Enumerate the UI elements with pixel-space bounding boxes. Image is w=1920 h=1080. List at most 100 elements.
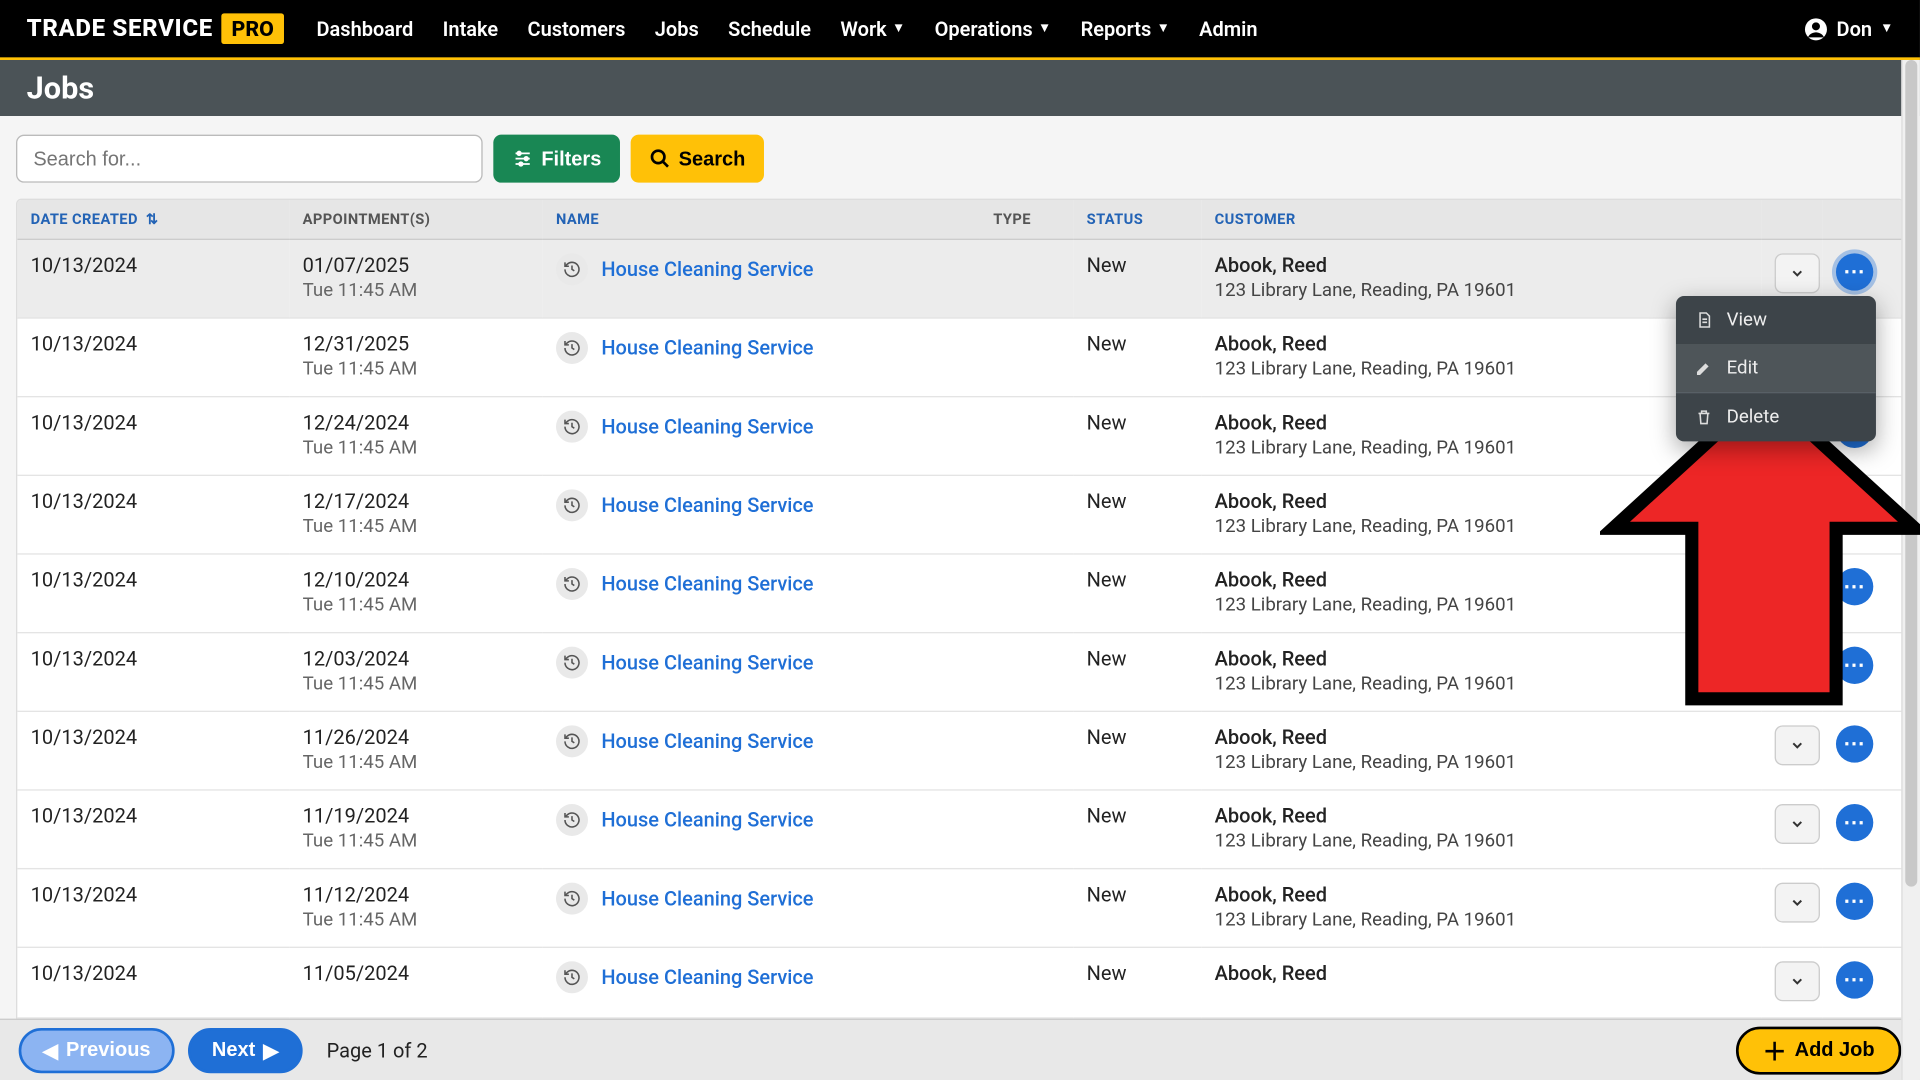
nav-customers[interactable]: Customers xyxy=(528,17,626,41)
top-nav: TRADE SERVICE PRO DashboardIntakeCustome… xyxy=(0,0,1920,60)
job-link[interactable]: House Cleaning Service xyxy=(601,808,813,832)
table-row: 10/13/202411/26/2024Tue 11:45 AMHouse Cl… xyxy=(17,711,1904,790)
cell-status: New xyxy=(1073,475,1201,554)
col-customer[interactable]: CUSTOMER xyxy=(1201,200,1761,239)
cell-status: New xyxy=(1073,790,1201,869)
job-link[interactable]: House Cleaning Service xyxy=(601,572,813,596)
cell-status: New xyxy=(1073,869,1201,948)
cell-date: 10/13/2024 xyxy=(17,711,289,790)
menu-delete[interactable]: Delete xyxy=(1676,393,1876,441)
cell-actions: ⋯ xyxy=(1823,711,1904,790)
col-appointments[interactable]: APPOINTMENT(S) xyxy=(289,200,542,239)
cell-date: 10/13/2024 xyxy=(17,790,289,869)
cell-actions: ⋯ xyxy=(1823,790,1904,869)
cell-name: House Cleaning Service xyxy=(543,554,980,633)
search-input[interactable] xyxy=(16,135,483,183)
cell-expand xyxy=(1761,711,1822,790)
cell-appointment: 12/17/2024Tue 11:45 AM xyxy=(289,475,542,554)
row-actions-button[interactable]: ⋯ xyxy=(1836,804,1873,841)
cell-date: 10/13/2024 xyxy=(17,239,289,318)
history-icon[interactable] xyxy=(556,883,588,915)
menu-view[interactable]: View xyxy=(1676,296,1876,344)
menu-edit[interactable]: Edit xyxy=(1676,344,1876,392)
page-title: Jobs xyxy=(27,70,94,106)
job-link[interactable]: House Cleaning Service xyxy=(601,965,813,989)
col-status[interactable]: STATUS xyxy=(1073,200,1201,239)
col-type[interactable]: TYPE xyxy=(980,200,1073,239)
nav-admin[interactable]: Admin xyxy=(1199,17,1257,41)
cell-date: 10/13/2024 xyxy=(17,869,289,948)
cell-date: 10/13/2024 xyxy=(17,633,289,712)
add-job-button[interactable]: ＋ Add Job xyxy=(1736,1026,1901,1074)
ellipsis-icon: ⋯ xyxy=(1843,261,1866,282)
cell-date: 10/13/2024 xyxy=(17,318,289,397)
sliders-icon xyxy=(512,148,533,169)
cell-expand xyxy=(1761,947,1822,1018)
history-icon[interactable] xyxy=(556,725,588,757)
caret-down-icon: ▼ xyxy=(1157,21,1170,36)
pencil-icon xyxy=(1695,359,1714,378)
row-actions-button[interactable]: ⋯ xyxy=(1836,725,1873,762)
cell-appointment: 12/10/2024Tue 11:45 AM xyxy=(289,554,542,633)
col-date-created[interactable]: DATE CREATED⇅ xyxy=(17,200,289,239)
job-link[interactable]: House Cleaning Service xyxy=(601,257,813,281)
job-link[interactable]: House Cleaning Service xyxy=(601,336,813,360)
filters-button[interactable]: Filters xyxy=(493,135,620,183)
next-button[interactable]: Next ▶ xyxy=(188,1027,303,1072)
search-icon xyxy=(649,148,670,169)
expand-button[interactable] xyxy=(1775,804,1820,844)
expand-button[interactable] xyxy=(1775,883,1820,923)
cell-customer: Abook, Reed123 Library Lane, Reading, PA… xyxy=(1201,711,1761,790)
row-actions-button[interactable]: ⋯ xyxy=(1836,961,1873,998)
job-link[interactable]: House Cleaning Service xyxy=(601,493,813,517)
cell-status: New xyxy=(1073,947,1201,1018)
caret-down-icon: ▼ xyxy=(1038,21,1051,36)
cell-name: House Cleaning Service xyxy=(543,318,980,397)
history-icon[interactable] xyxy=(556,568,588,600)
trash-icon xyxy=(1695,408,1714,427)
cell-name: House Cleaning Service xyxy=(543,711,980,790)
cell-customer: Abook, Reed123 Library Lane, Reading, PA… xyxy=(1201,790,1761,869)
cell-name: House Cleaning Service xyxy=(543,790,980,869)
history-icon[interactable] xyxy=(556,253,588,285)
history-icon[interactable] xyxy=(556,411,588,443)
history-icon[interactable] xyxy=(556,804,588,836)
cell-type xyxy=(980,318,1073,397)
col-actions xyxy=(1823,200,1904,239)
nav-reports[interactable]: Reports▼ xyxy=(1081,17,1170,41)
toolbar: Filters Search xyxy=(0,116,1920,199)
user-menu[interactable]: Don ▼ xyxy=(1805,17,1894,41)
nav-jobs[interactable]: Jobs xyxy=(655,17,699,41)
row-actions-button[interactable]: ⋯ xyxy=(1836,253,1873,290)
history-icon[interactable] xyxy=(556,961,588,993)
cell-actions: ⋯ xyxy=(1823,869,1904,948)
job-link[interactable]: House Cleaning Service xyxy=(601,651,813,675)
nav-operations[interactable]: Operations▼ xyxy=(935,17,1052,41)
history-icon[interactable] xyxy=(556,332,588,364)
cell-appointment: 11/19/2024Tue 11:45 AM xyxy=(289,790,542,869)
expand-button[interactable] xyxy=(1775,725,1820,765)
job-link[interactable]: House Cleaning Service xyxy=(601,415,813,439)
cell-name: House Cleaning Service xyxy=(543,475,980,554)
expand-button[interactable] xyxy=(1775,961,1820,1001)
cell-status: New xyxy=(1073,239,1201,318)
row-actions-button[interactable]: ⋯ xyxy=(1836,883,1873,920)
nav-schedule[interactable]: Schedule xyxy=(728,17,811,41)
cell-status: New xyxy=(1073,554,1201,633)
search-label: Search xyxy=(679,147,746,170)
col-name[interactable]: NAME xyxy=(543,200,980,239)
history-icon[interactable] xyxy=(556,489,588,521)
row-actions-menu: View Edit Delete xyxy=(1676,296,1876,441)
nav-intake[interactable]: Intake xyxy=(443,17,499,41)
job-link[interactable]: House Cleaning Service xyxy=(601,729,813,753)
search-button[interactable]: Search xyxy=(631,135,764,183)
cell-actions: ⋯ xyxy=(1823,947,1904,1018)
previous-button[interactable]: ◀ Previous xyxy=(19,1027,175,1072)
nav-dashboard[interactable]: Dashboard xyxy=(317,17,414,41)
history-icon[interactable] xyxy=(556,647,588,679)
nav-work[interactable]: Work▼ xyxy=(840,17,905,41)
expand-button[interactable] xyxy=(1775,253,1820,293)
job-link[interactable]: House Cleaning Service xyxy=(601,887,813,911)
page-info: Page 1 of 2 xyxy=(327,1038,428,1062)
cell-expand xyxy=(1761,869,1822,948)
